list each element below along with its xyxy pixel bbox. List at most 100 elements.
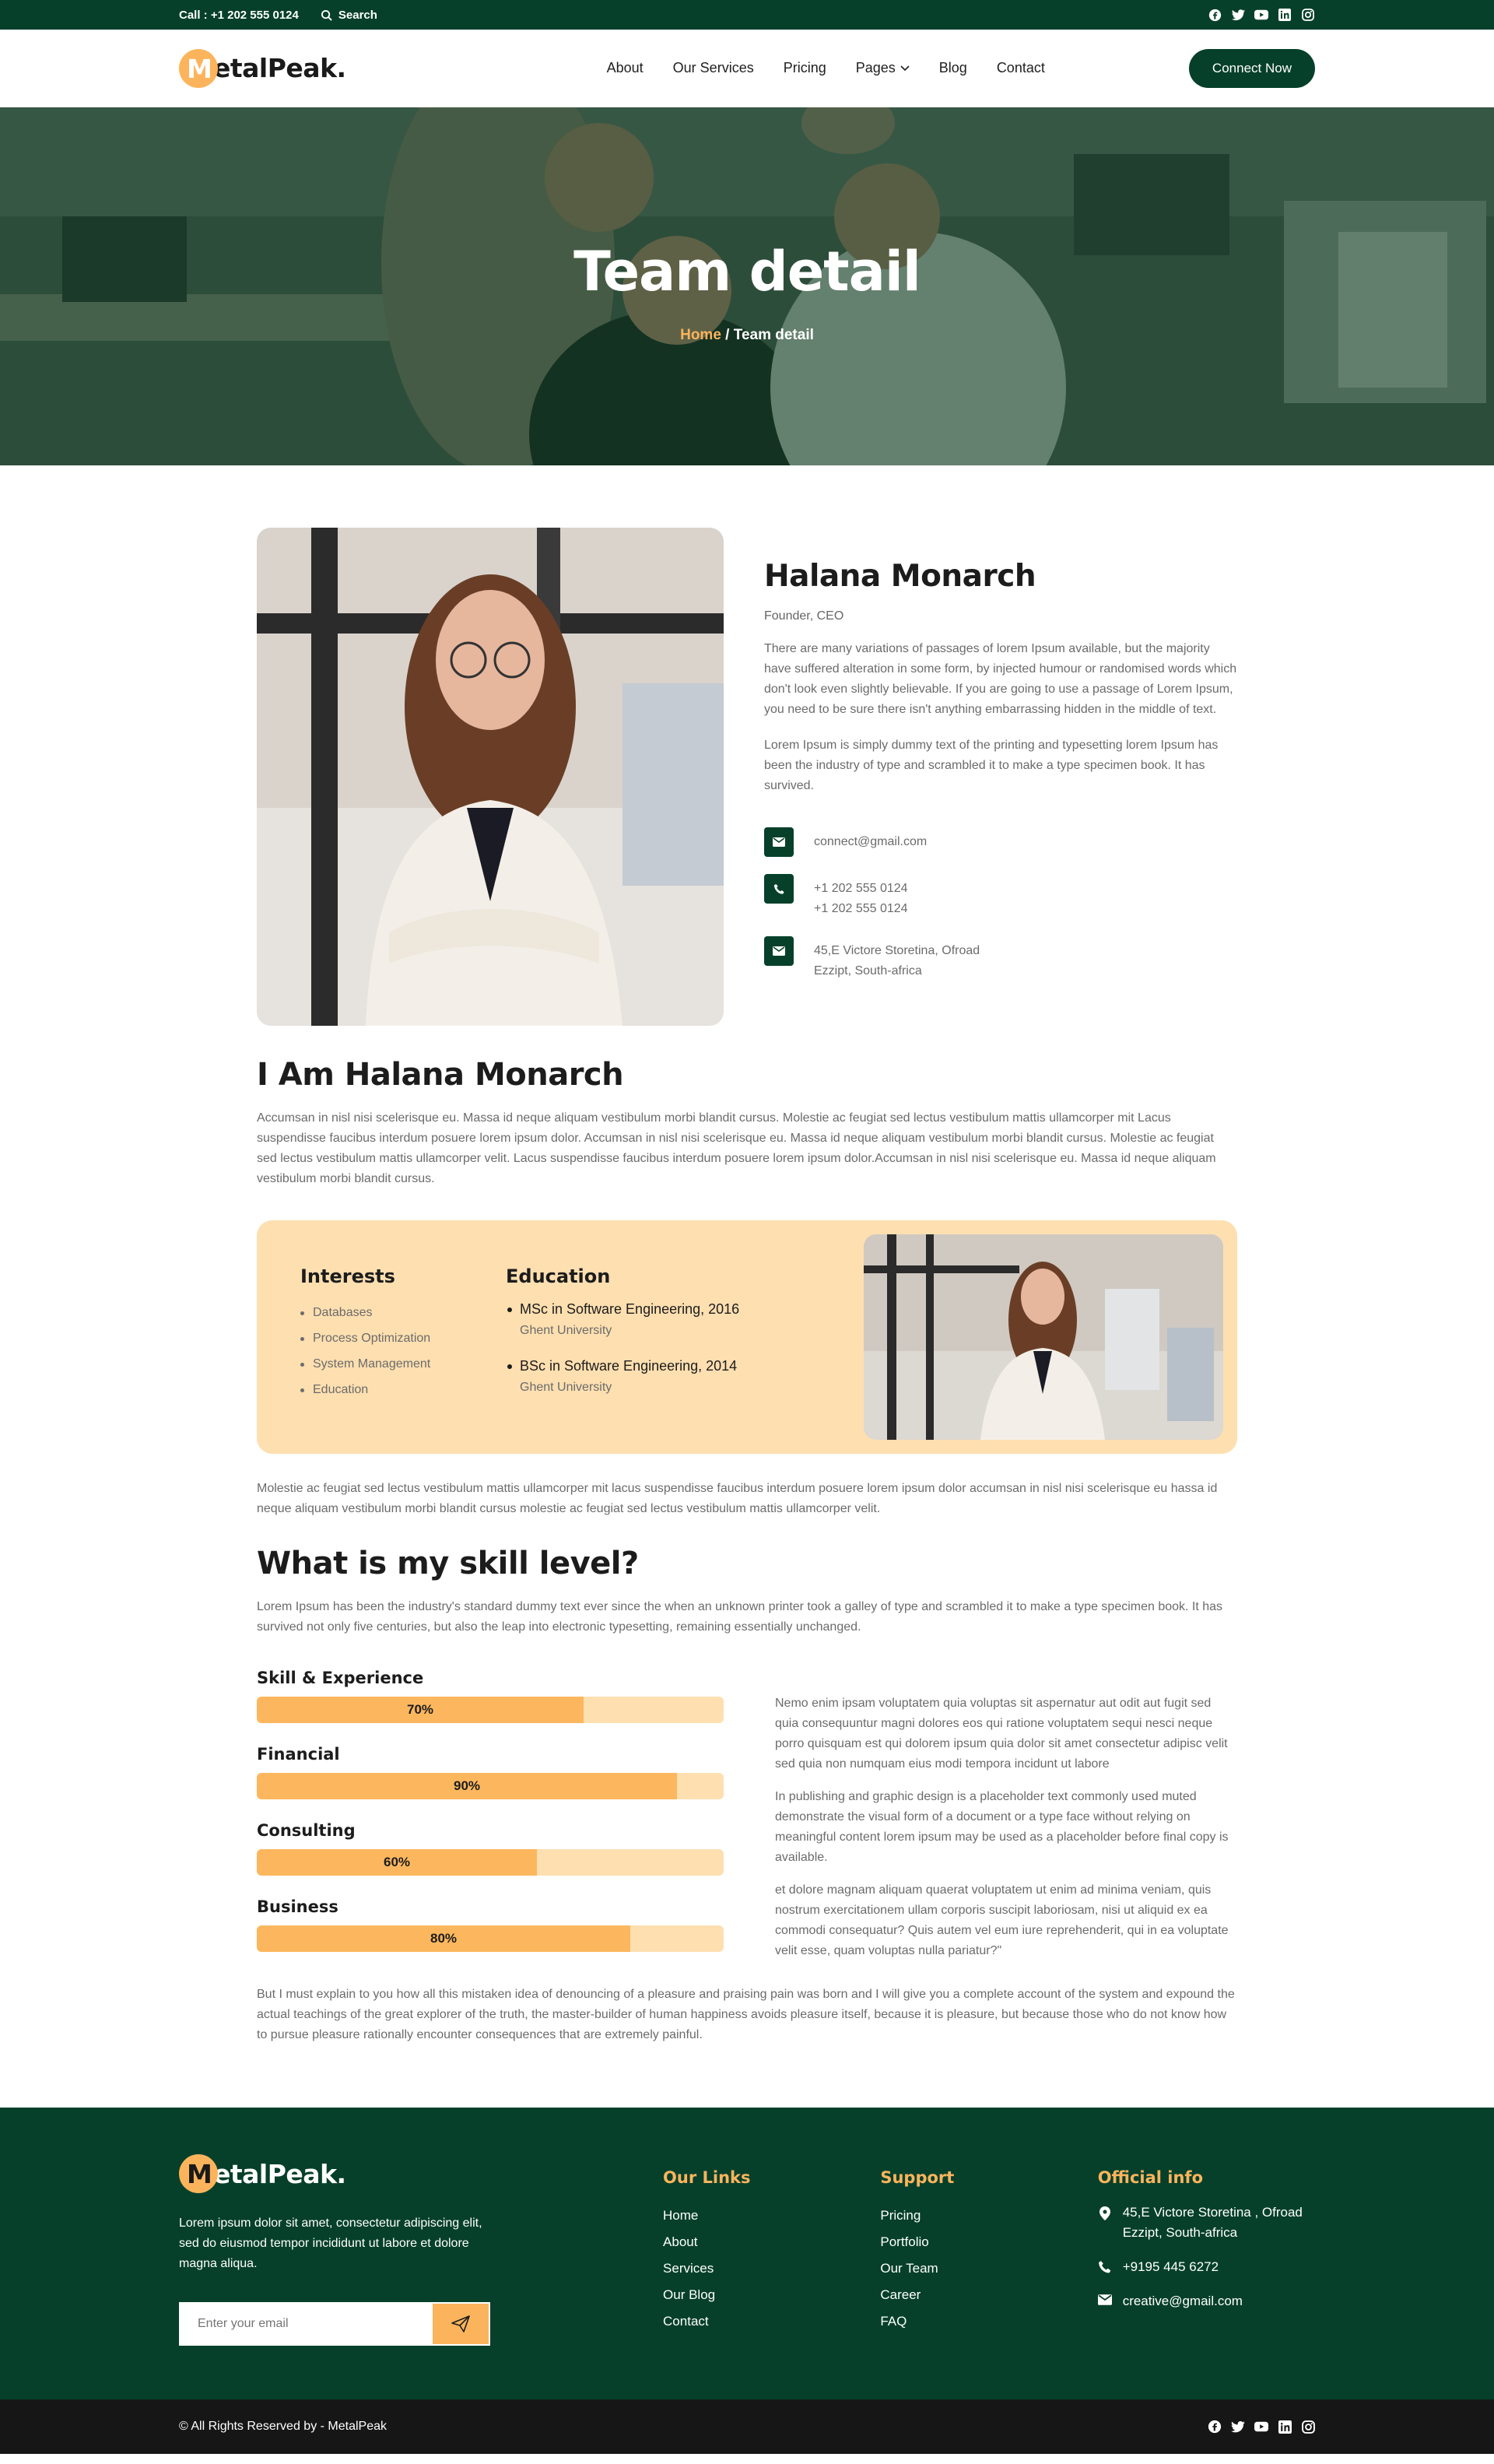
footer-link-home[interactable]: Home [663, 2203, 880, 2229]
member-role: Founder, CEO [764, 609, 844, 623]
office-phone-text: +9195 445 6272 [1122, 2259, 1219, 2274]
top-social [1208, 8, 1315, 22]
footer-link-portfolio[interactable]: Portfolio [880, 2229, 1097, 2255]
education-title: Education [506, 1265, 611, 1287]
main-nav: M etalPeak. About Our Services Pricing P… [0, 30, 1494, 107]
skill-bars: Skill & Experience 70% Financial 90% Con… [257, 1669, 724, 1974]
progress-percent: 90% [453, 1778, 481, 1793]
skills-title: What is my skill level? [257, 1546, 639, 1581]
degree: BSc in Software Engineering, 2014 [506, 1358, 833, 1374]
nav-item-blog[interactable]: Blog [939, 60, 967, 76]
contact-list: connect@gmail.com +1 202 555 0124 +1 202 … [764, 827, 1237, 981]
chevron-down-icon [900, 65, 910, 71]
hero-banner: Team detail Home / Team detail [0, 107, 1494, 465]
twitter-icon[interactable] [1231, 2420, 1245, 2434]
mail-icon [764, 936, 794, 966]
breadcrumb-current: Team detail [733, 327, 814, 343]
logo-letter: M [187, 2159, 212, 2189]
footer-links-title: Our Links [663, 2168, 751, 2187]
email-field[interactable] [181, 2304, 433, 2344]
breadcrumb-separator: / [721, 327, 734, 343]
call-text[interactable]: Call : +1 202 555 0124 [179, 9, 299, 22]
search-label: Search [338, 8, 377, 22]
footer-link-about[interactable]: About [663, 2229, 880, 2255]
instagram-icon[interactable] [1301, 8, 1315, 22]
nav-item-contact[interactable]: Contact [997, 60, 1045, 76]
twitter-icon[interactable] [1231, 8, 1245, 22]
search-icon [321, 9, 332, 21]
footer-office: Official info 45,E Victore Storetina , O… [1097, 2154, 1315, 2399]
send-icon [451, 2315, 470, 2332]
nav-item-pages[interactable]: Pages [856, 60, 910, 76]
nav-item-about[interactable]: About [607, 60, 644, 76]
member-photo-small [864, 1234, 1223, 1440]
footer-support-title: Support [880, 2168, 955, 2187]
nav-item-services[interactable]: Our Services [673, 60, 754, 76]
list-item: System Management [300, 1351, 506, 1377]
nav-item-pricing[interactable]: Pricing [784, 60, 826, 76]
breadcrumb-home[interactable]: Home [680, 327, 721, 343]
footer-link-pricing[interactable]: Pricing [880, 2203, 1097, 2229]
connect-now-button[interactable]: Connect Now [1188, 48, 1315, 88]
contact-address[interactable]: 45,E Victore Storetina, Ofroad Ezzipt, So… [764, 936, 1237, 981]
facebook-icon[interactable] [1208, 2420, 1222, 2434]
skill-label: Skill & Experience [257, 1669, 424, 1687]
send-button[interactable] [433, 2304, 489, 2344]
interests-list: Databases Process Optimization System Ma… [300, 1300, 506, 1402]
address-line-2: Ezzipt, South-africa [814, 964, 922, 978]
footer-support: Support Pricing Portfolio Our Team Caree… [880, 2154, 1097, 2399]
footer-office-title: Official info [1097, 2168, 1203, 2187]
contact-phone[interactable]: +1 202 555 0124 +1 202 555 0124 [764, 874, 1237, 919]
newsletter-form [179, 2302, 490, 2346]
skill-item: Business 80% [257, 1897, 724, 1952]
logo-text: etalPeak. [213, 2158, 346, 2189]
facebook-icon[interactable] [1208, 8, 1222, 22]
progress-track: 90% [257, 1773, 724, 1799]
member-name: Halana Monarch [764, 559, 1036, 594]
progress-track: 60% [257, 1849, 724, 1876]
footer-link-team[interactable]: Our Team [880, 2255, 1097, 2282]
top-search[interactable]: Search [321, 9, 377, 22]
skill-item: Skill & Experience 70% [257, 1669, 724, 1723]
footer-link-career[interactable]: Career [880, 2282, 1097, 2308]
copyright-bar: © All Rights Reserved by - MetalPeak [0, 2399, 1494, 2454]
youtube-icon[interactable] [1254, 2420, 1268, 2434]
skills-side-text: Nemo enim ipsam voluptatem quia voluptas… [775, 1669, 1237, 1974]
skills-paragraph-2: In publishing and graphic design is a pl… [775, 1790, 1229, 1864]
list-item: Process Optimization [300, 1325, 506, 1351]
office-email[interactable]: creative@gmail.com [1097, 2291, 1315, 2311]
skills-paragraph-1: Nemo enim ipsam voluptatem quia voluptas… [775, 1697, 1228, 1771]
skill-item: Consulting 60% [257, 1821, 724, 1876]
skills-intro: Lorem Ipsum has been the industry's stan… [257, 1600, 1223, 1634]
footer-logo[interactable]: M etalPeak. [179, 2154, 663, 2193]
footer-link-services[interactable]: Services [663, 2255, 880, 2282]
skill-label: Consulting [257, 1821, 356, 1840]
phone-line-2: +1 202 555 0124 [814, 902, 908, 915]
instagram-icon[interactable] [1301, 2420, 1315, 2434]
mail-icon [1097, 2294, 1112, 2305]
footer-link-faq[interactable]: FAQ [880, 2308, 1097, 2335]
logo-letter: M [187, 53, 212, 84]
interests-title: Interests [300, 1265, 395, 1287]
contact-email[interactable]: connect@gmail.com [764, 827, 1237, 857]
location-pin-icon [1099, 2206, 1110, 2220]
office-address: 45,E Victore Storetina , Ofroad Ezzipt, … [1098, 2203, 1315, 2243]
linkedin-icon[interactable] [1278, 8, 1292, 22]
youtube-icon[interactable] [1254, 8, 1268, 22]
list-item: Databases [300, 1300, 506, 1325]
footer-link-blog[interactable]: Our Blog [663, 2282, 880, 2308]
skills-paragraph-3: et dolore magnam aliquam quaerat volupta… [775, 1883, 1229, 1957]
footer-about: Lorem ipsum dolor sit amet, consectetur … [179, 2217, 482, 2270]
skill-item: Financial 90% [257, 1745, 724, 1799]
copyright-text: © All Rights Reserved by - MetalPeak [179, 2420, 388, 2433]
progress-percent: 70% [406, 1702, 434, 1717]
footer: M etalPeak. Lorem ipsum dolor sit amet, … [0, 2108, 1494, 2399]
education-list: MSc in Software Engineering, 2016 Ghent … [506, 1301, 833, 1395]
footer-link-contact[interactable]: Contact [663, 2308, 880, 2335]
member-portrait [257, 528, 724, 1026]
page-title: Team detail [573, 240, 921, 304]
office-phone[interactable]: +9195 445 6272 [1098, 2257, 1315, 2277]
school: Ghent University [520, 1324, 612, 1337]
logo[interactable]: M etalPeak. [179, 48, 346, 88]
linkedin-icon[interactable] [1278, 2420, 1292, 2434]
